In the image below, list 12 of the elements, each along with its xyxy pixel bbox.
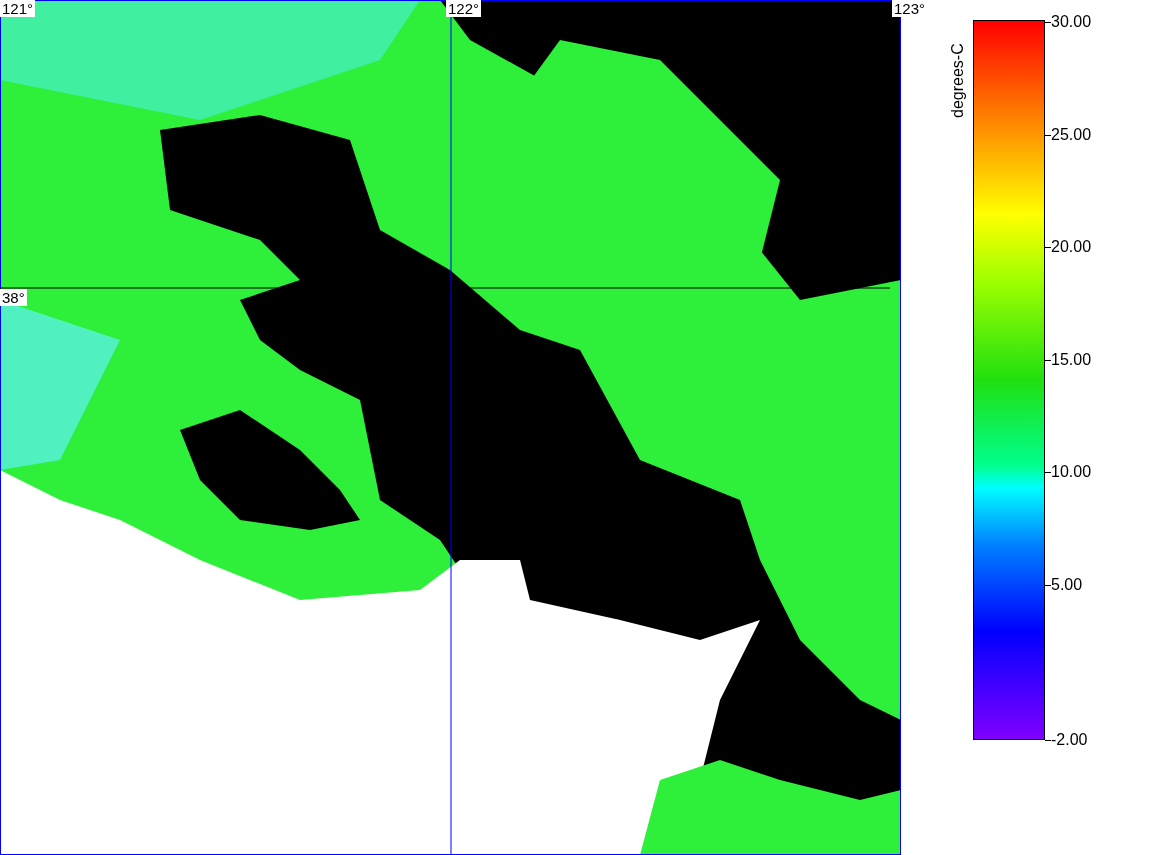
longitude-label: 122° — [446, 0, 482, 17]
scale-label: -2.00 — [1051, 731, 1088, 749]
scale-label: 15.00 — [1051, 350, 1092, 369]
latitude-label: 38° — [0, 289, 27, 306]
longitude-label: 123° — [892, 0, 928, 17]
scale-label: 30.00 — [1051, 13, 1092, 31]
colorbar-title: degrees-C — [949, 43, 967, 118]
scale-label: 20.00 — [1051, 238, 1092, 256]
scale-label: 10.00 — [1051, 463, 1092, 481]
scale-label: 5.00 — [1051, 575, 1083, 594]
longitude-label: 121° — [0, 0, 36, 17]
scale-label: 25.00 — [1051, 125, 1092, 144]
